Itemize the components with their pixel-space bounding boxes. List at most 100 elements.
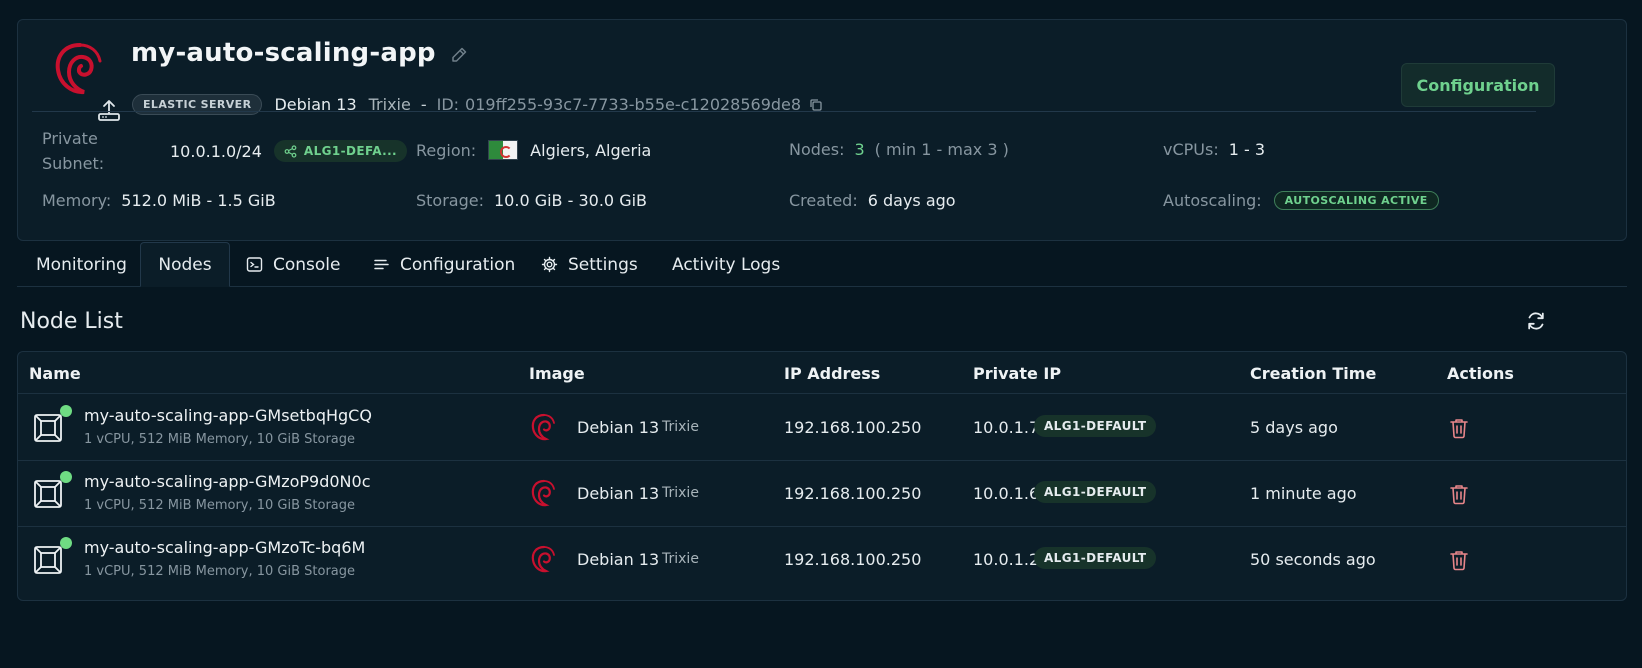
subnet-badge[interactable]: ALG1-DEFA... (273, 140, 407, 162)
status-online-indicator (60, 405, 72, 417)
created-label: Created: (789, 191, 858, 210)
creation-time: 5 days ago (1250, 418, 1338, 437)
copy-icon[interactable] (809, 98, 823, 112)
terminal-icon (246, 257, 263, 272)
trash-icon[interactable] (1449, 483, 1469, 505)
column-header-name: Name (29, 364, 81, 383)
private-subnet-label: Private Subnet: (42, 129, 105, 173)
node-spec: 1 vCPU, 512 MiB Memory, 10 GiB Storage (84, 564, 356, 579)
nodes-label: Nodes: (789, 140, 845, 159)
region-label: Region: (416, 140, 477, 160)
tab-label: Monitoring (36, 254, 127, 275)
share-icon (284, 144, 297, 158)
created-value: 6 days ago (867, 191, 956, 210)
memory: Memory: 512.0 MiB - 1.5 GiB (42, 191, 276, 210)
configuration-button[interactable]: Configuration (1401, 63, 1555, 107)
vcpus-value: 1 - 3 (1228, 140, 1266, 159)
storage: Storage: 10.0 GiB - 30.0 GiB (416, 191, 647, 210)
node-name[interactable]: my-auto-scaling-app-GMsetbqHgCQ (84, 406, 372, 425)
gear-icon (541, 256, 558, 273)
trash-icon[interactable] (1449, 417, 1469, 439)
private-subnet-label-wrap: Private Subnet: (42, 126, 162, 176)
node-cube-icon (34, 414, 62, 442)
image-version: Trixie (662, 551, 699, 567)
tab-configuration[interactable]: Configuration (373, 242, 515, 287)
upload-icon (98, 100, 120, 121)
server-logo (50, 37, 140, 127)
algeria-flag-icon (488, 140, 519, 160)
autoscaling-label: Autoscaling: (1163, 191, 1262, 210)
image-version: Trixie (662, 485, 699, 501)
subnet-badge: ALG1-DEFAULT (1034, 415, 1157, 437)
table-row[interactable]: my-auto-scaling-app-GMzoTc-bq6M 1 vCPU, … (18, 527, 1626, 593)
subnet-badge-label: ALG1-DEFA... (303, 144, 397, 158)
lines-icon (374, 259, 389, 270)
subnet-badge: ALG1-DEFAULT (1034, 547, 1157, 569)
debian-logo-icon (531, 545, 555, 573)
trash-icon[interactable] (1449, 549, 1469, 571)
node-spec: 1 vCPU, 512 MiB Memory, 10 GiB Storage (84, 432, 356, 447)
column-header-actions: Actions (1447, 364, 1514, 383)
ip-address: 192.168.100.250 (784, 484, 922, 503)
created: Created: 6 days ago (789, 191, 956, 210)
creation-time: 1 minute ago (1250, 484, 1357, 503)
nodes-value: 3 (854, 140, 865, 159)
title-row: my-auto-scaling-app (131, 38, 468, 68)
private-ip: 10.0.1.2 (973, 550, 1040, 569)
private-subnet-value: 10.0.1.0/24 (170, 141, 262, 161)
memory-value: 512.0 MiB - 1.5 GiB (121, 191, 276, 210)
private-ip: 10.0.1.7 (973, 418, 1040, 437)
vcpus-label: vCPUs: (1163, 140, 1219, 159)
column-header-creation-time: Creation Time (1250, 364, 1377, 383)
server-summary-card: my-auto-scaling-app ELASTIC SERVER Debia… (17, 19, 1627, 241)
debian-logo-icon (531, 479, 555, 507)
debian-logo-icon (531, 413, 555, 441)
nodes-range: ( min 1 - max 3 ) (874, 140, 1009, 159)
column-header-ip: IP Address (784, 364, 881, 383)
image-os: Debian 13 (577, 418, 660, 437)
image-version: Trixie (662, 419, 699, 435)
node-table: Name Image IP Address Private IP Creatio… (17, 351, 1627, 601)
page-title: my-auto-scaling-app (131, 38, 436, 68)
node-name[interactable]: my-auto-scaling-app-GMzoP9d0N0c (84, 472, 371, 491)
edit-icon[interactable] (450, 46, 468, 64)
storage-value: 10.0 GiB - 30.0 GiB (494, 191, 648, 210)
table-header: Name Image IP Address Private IP Creatio… (18, 352, 1626, 394)
creation-time: 50 seconds ago (1250, 550, 1376, 569)
tab-bar: Monitoring Nodes Console Configuration S… (17, 242, 1627, 287)
node-cube-icon (34, 546, 62, 574)
section-title: Node List (20, 309, 123, 334)
debian-logo-icon (55, 43, 102, 95)
tab-label: Settings (568, 254, 638, 275)
autoscaling-status-badge: AUTOSCALING ACTIVE (1273, 191, 1439, 210)
column-header-private-ip: Private IP (973, 364, 1062, 383)
tab-console[interactable]: Console (246, 242, 341, 287)
tab-label: Console (273, 254, 341, 275)
tab-monitoring[interactable]: Monitoring (36, 242, 127, 287)
node-cube-icon (34, 480, 62, 508)
memory-label: Memory: (42, 191, 112, 210)
tab-activity-logs[interactable]: Activity Logs (672, 242, 780, 287)
storage-label: Storage: (416, 191, 484, 210)
private-subnet: 10.0.1.0/24 ALG1-DEFA... (170, 140, 407, 162)
image-os: Debian 13 (577, 484, 660, 503)
vcpus: vCPUs: 1 - 3 (1163, 140, 1265, 159)
tab-label: Nodes (158, 254, 212, 275)
column-header-image: Image (529, 364, 585, 383)
tab-nodes[interactable]: Nodes (140, 242, 230, 287)
header-divider (32, 111, 1536, 112)
ip-address: 192.168.100.250 (784, 550, 922, 569)
node-name[interactable]: my-auto-scaling-app-GMzoTc-bq6M (84, 538, 365, 557)
subnet-badge: ALG1-DEFAULT (1034, 481, 1157, 503)
status-online-indicator (60, 537, 72, 549)
region-value: Algiers, Algeria (530, 140, 652, 160)
tab-settings[interactable]: Settings (541, 242, 638, 287)
autoscaling: Autoscaling: AUTOSCALING ACTIVE (1163, 191, 1439, 210)
private-ip: 10.0.1.6 (973, 484, 1040, 503)
table-row[interactable]: my-auto-scaling-app-GMzoP9d0N0c 1 vCPU, … (18, 461, 1626, 527)
node-spec: 1 vCPU, 512 MiB Memory, 10 GiB Storage (84, 498, 356, 513)
server-header: my-auto-scaling-app ELASTIC SERVER Debia… (18, 20, 1626, 121)
region: Region: Algiers, Algeria (416, 140, 651, 160)
table-row[interactable]: my-auto-scaling-app-GMsetbqHgCQ 1 vCPU, … (18, 395, 1626, 461)
refresh-icon[interactable] (1525, 310, 1547, 332)
